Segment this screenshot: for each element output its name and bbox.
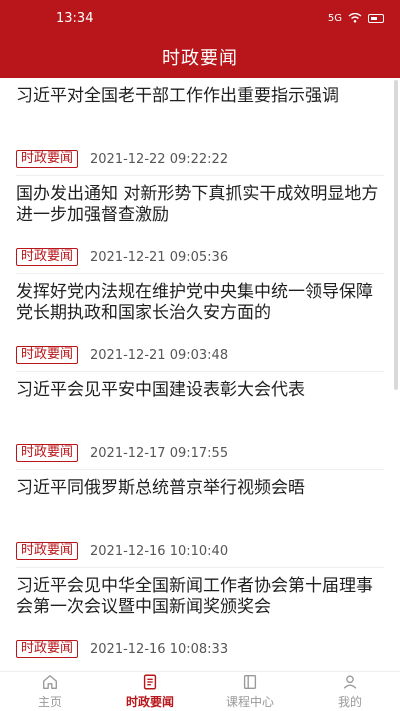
- page-title-bar: 时政要闻: [0, 36, 400, 78]
- bottom-tab-bar: 主页 时政要闻 课程中心 我的: [0, 671, 400, 711]
- news-title: 发挥好党内法规在维护党中央集中统一领导保障党长期执政和国家长治久安方面的: [16, 282, 373, 323]
- news-title: 习近平会见平安中国建设表彰大会代表: [16, 380, 305, 400]
- news-tag: 时政要闻: [16, 346, 79, 364]
- news-date: 2021-12-16 10:10:40: [90, 543, 229, 559]
- news-tag: 时政要闻: [16, 640, 79, 658]
- news-item[interactable]: 发挥好党内法规在维护党中央集中统一领导保障党长期执政和国家长治久安方面的 时政要…: [0, 274, 400, 372]
- news-item[interactable]: 习近平会见中华全国新闻工作者协会第十届理事会第一次会议暨中国新闻奖颁奖会 时政要…: [0, 568, 400, 666]
- tab-course-center[interactable]: 课程中心: [200, 672, 300, 711]
- news-tag: 时政要闻: [16, 542, 79, 560]
- news-meta: 时政要闻 2021-12-21 09:05:36: [16, 248, 228, 266]
- tab-profile[interactable]: 我的: [300, 672, 400, 711]
- tab-label: 主页: [37, 695, 62, 709]
- news-item[interactable]: 国办发出通知 对新形势下真抓实干成效明显地方进一步加强督查激励 时政要闻 202…: [0, 176, 400, 274]
- news-title: 习近平同俄罗斯总统普京举行视频会晤: [16, 478, 305, 498]
- battery-icon: [368, 13, 384, 23]
- tab-label: 时政要闻: [125, 695, 174, 709]
- tab-home[interactable]: 主页: [0, 672, 100, 711]
- news-item[interactable]: 习近平对全国老干部工作作出重要指示强调 时政要闻 2021-12-22 09:2…: [0, 78, 400, 176]
- news-date: 2021-12-21 09:05:36: [90, 249, 229, 265]
- tab-label: 我的: [337, 695, 362, 709]
- profile-icon: [343, 675, 357, 689]
- news-tag: 时政要闻: [16, 150, 79, 168]
- home-icon: [43, 675, 57, 689]
- news-tag: 时政要闻: [16, 248, 79, 266]
- news-list[interactable]: 习近平对全国老干部工作作出重要指示强调 时政要闻 2021-12-22 09:2…: [0, 78, 400, 671]
- scrollbar[interactable]: [394, 80, 398, 390]
- news-item[interactable]: 习近平会见平安中国建设表彰大会代表 时政要闻 2021-12-17 09:17:…: [0, 372, 400, 470]
- status-bar: 13:34 5G: [0, 0, 400, 36]
- news-meta: 时政要闻 2021-12-17 09:17:55: [16, 444, 228, 462]
- tab-label: 课程中心: [225, 695, 274, 709]
- wifi-icon: [348, 13, 362, 23]
- page-title: 时政要闻: [162, 48, 238, 69]
- news-meta: 时政要闻 2021-12-16 10:08:33: [16, 640, 228, 658]
- news-icon: [143, 674, 157, 690]
- news-title: 国办发出通知 对新形势下真抓实干成效明显地方进一步加强督查激励: [16, 184, 379, 225]
- news-meta: 时政要闻 2021-12-16 10:10:40: [16, 542, 228, 560]
- news-title: 习近平对全国老干部工作作出重要指示强调: [16, 86, 339, 106]
- news-date: 2021-12-21 09:03:48: [90, 347, 229, 363]
- news-item[interactable]: 习近平同俄罗斯总统普京举行视频会晤 时政要闻 2021-12-16 10:10:…: [0, 470, 400, 568]
- news-tag: 时政要闻: [16, 444, 79, 462]
- news-date: 2021-12-16 10:08:33: [90, 641, 229, 657]
- course-icon: [243, 675, 257, 689]
- tab-news[interactable]: 时政要闻: [100, 672, 200, 711]
- network-label: 5G: [327, 12, 342, 24]
- status-time: 13:34: [56, 10, 94, 26]
- news-meta: 时政要闻 2021-12-22 09:22:22: [16, 150, 228, 168]
- news-meta: 时政要闻 2021-12-21 09:03:48: [16, 346, 228, 364]
- status-icons: 5G: [328, 13, 384, 24]
- news-date: 2021-12-17 09:17:55: [90, 445, 229, 461]
- news-title: 习近平会见中华全国新闻工作者协会第十届理事会第一次会议暨中国新闻奖颁奖会: [16, 576, 373, 617]
- news-date: 2021-12-22 09:22:22: [90, 151, 229, 167]
